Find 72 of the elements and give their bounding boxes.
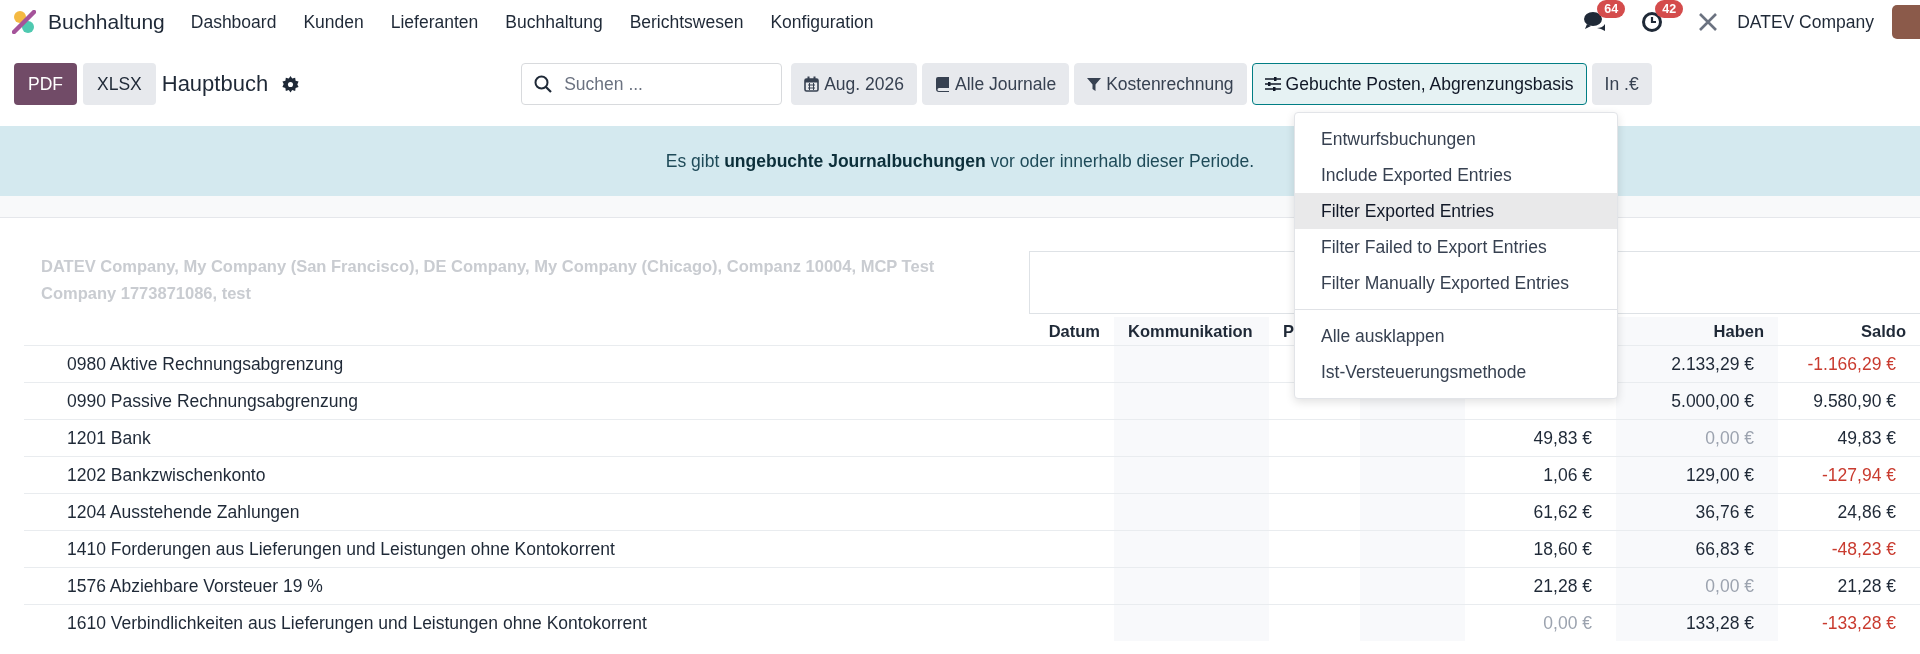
- column-header: Haben: [1713, 321, 1764, 340]
- amount-text: 5.000,00 €: [1671, 390, 1754, 411]
- amount-text: 61,62 €: [1533, 501, 1592, 522]
- book-icon: [934, 76, 950, 92]
- company-switcher[interactable]: DATEV Company: [1737, 11, 1874, 33]
- dropdown-option[interactable]: Filter Manually Exported Entries: [1295, 265, 1617, 301]
- clock-icon[interactable]: [1641, 11, 1664, 33]
- filter-button[interactable]: Alle Journale: [921, 63, 1070, 105]
- account-name[interactable]: 1201 Bank: [67, 427, 151, 448]
- chat-icon[interactable]: [1583, 11, 1608, 33]
- account-name[interactable]: 1576 Abziehbare Vorsteuer 19 %: [67, 575, 323, 596]
- menu-item[interactable]: Berichtswesen: [629, 11, 744, 33]
- filter-icon: [1087, 76, 1102, 92]
- filter-button[interactable]: Gebuchte Posten, Abgrenzungsbasis: [1251, 63, 1587, 105]
- app-name[interactable]: Buchhaltung: [48, 10, 165, 34]
- amount-text: 9.580,90 €: [1813, 390, 1896, 411]
- amount-text: 1,06 €: [1543, 464, 1592, 485]
- amount-text: 21,28 €: [1533, 575, 1592, 596]
- column-header: Datum: [1029, 317, 1114, 346]
- sliders-icon: [1264, 77, 1281, 91]
- account-name[interactable]: 0990 Passive Rechnungsabgrenzung: [67, 390, 358, 411]
- amount-text: 129,00 €: [1685, 464, 1754, 485]
- amount-text: 18,60 €: [1533, 538, 1592, 559]
- menu-item[interactable]: Kunden: [303, 11, 364, 33]
- column-header: P: [1283, 321, 1294, 340]
- dropdown-option[interactable]: Filter Failed to Export Entries: [1295, 229, 1617, 265]
- dropdown-option[interactable]: Include Exported Entries: [1295, 157, 1617, 193]
- dropdown-option[interactable]: Ist-Versteuerungsmethode: [1295, 354, 1617, 390]
- filter-button[interactable]: Aug. 2026: [791, 63, 917, 105]
- app-logo-icon[interactable]: [12, 10, 36, 34]
- message-count-badge: 64: [1597, 0, 1626, 18]
- amount-text: 0,00 €: [1705, 427, 1754, 448]
- account-name[interactable]: 1410 Forderungen aus Lieferungen und Leistungen ohne Kontokorrent: [67, 538, 615, 559]
- amount-text: 36,76 €: [1695, 501, 1754, 522]
- amount-text: 133,28 €: [1685, 612, 1754, 633]
- amount-text: 2.133,29 €: [1671, 353, 1754, 374]
- pdf-export-button[interactable]: PDF: [14, 63, 77, 105]
- dropdown-option[interactable]: Filter Exported Entries: [1295, 193, 1617, 229]
- amount-text: 0,00 €: [1543, 612, 1592, 633]
- settings-icon[interactable]: [282, 75, 300, 93]
- amount-text: 24,86 €: [1837, 501, 1896, 522]
- search-field[interactable]: Suchen ...: [521, 63, 783, 105]
- amount-text: 49,83 €: [1533, 427, 1592, 448]
- dropdown-option[interactable]: Entwurfsbuchungen: [1295, 121, 1617, 157]
- filter-button[interactable]: Kostenrechnung: [1074, 63, 1247, 105]
- menu-item[interactable]: Dashboard: [190, 11, 277, 33]
- account-name[interactable]: 0980 Aktive Rechnungsabgrenzung: [67, 353, 344, 374]
- amount-text: 21,28 €: [1837, 575, 1896, 596]
- report-title: Hauptbuch: [161, 71, 269, 97]
- amount-text: -48,23 €: [1831, 538, 1896, 559]
- search-icon: [534, 75, 553, 93]
- dropdown-option[interactable]: Alle ausklappen: [1295, 318, 1617, 354]
- account-name[interactable]: 1202 Bankzwischenkonto: [67, 464, 266, 485]
- xlsx-export-button[interactable]: XLSX: [83, 63, 156, 105]
- amount-text: 66,83 €: [1695, 538, 1754, 559]
- unposted-entries-link[interactable]: ungebuchte Journalbuchungen: [724, 150, 986, 171]
- amount-text: -133,28 €: [1822, 612, 1896, 633]
- account-name[interactable]: 1204 Ausstehende Zahlungen: [67, 501, 300, 522]
- account-name[interactable]: 1610 Verbindlichkeiten aus Lieferungen und Leistungen ohne Kontokorrent: [67, 612, 647, 633]
- amount-text: -127,94 €: [1822, 464, 1896, 485]
- column-header: Kommunikation: [1128, 321, 1253, 340]
- amount-text: -1.166,29 €: [1807, 353, 1896, 374]
- menu-item[interactable]: Konfiguration: [770, 11, 874, 33]
- calendar-icon: [804, 76, 820, 92]
- menu-item[interactable]: Buchhaltung: [505, 11, 603, 33]
- column-header: Saldo: [1861, 321, 1906, 340]
- unposted-entries-message: Es gibt ungebuchte Journalbuchungen vor oder innerhalb dieser Periode.: [665, 150, 1255, 172]
- amount-text: 0,00 €: [1705, 575, 1754, 596]
- filter-button[interactable]: In .€: [1591, 63, 1652, 105]
- activity-count-badge: 42: [1655, 0, 1684, 18]
- amount-text: 49,83 €: [1837, 427, 1896, 448]
- menu-item[interactable]: Lieferanten: [390, 11, 479, 33]
